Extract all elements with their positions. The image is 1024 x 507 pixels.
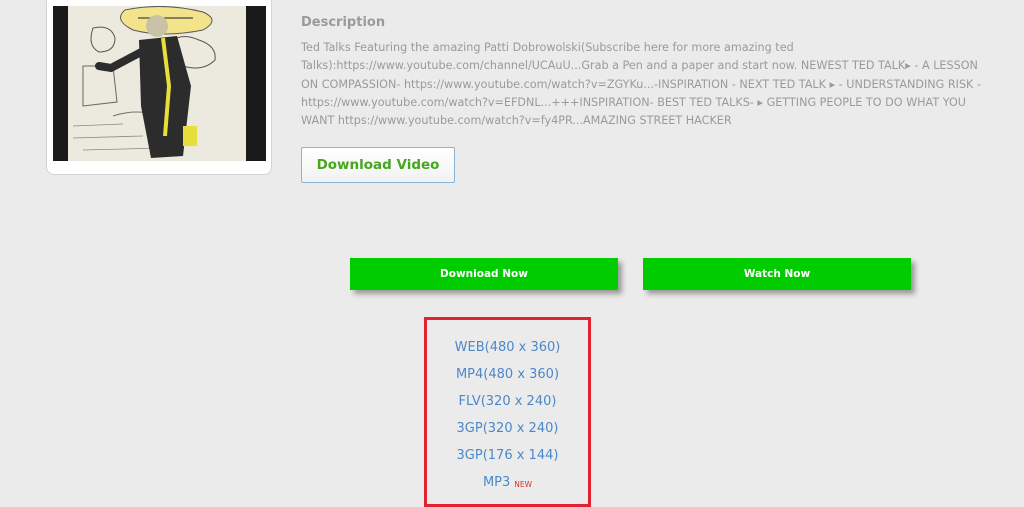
download-now-button[interactable]: Download Now — [350, 258, 618, 290]
format-link-mp3-label[interactable]: MP3 — [483, 475, 510, 490]
video-thumbnail-image[interactable] — [53, 6, 266, 161]
download-video-button[interactable]: Download Video — [301, 147, 455, 183]
description-text: Ted Talks Featuring the amazing Patti Do… — [301, 41, 981, 128]
format-link-3gp-320x240[interactable]: 3GP(320 x 240) — [427, 421, 588, 436]
format-link-mp3[interactable]: MP3 NEW — [427, 475, 588, 490]
new-badge: NEW — [514, 480, 533, 489]
format-link-3gp-176x144[interactable]: 3GP(176 x 144) — [427, 448, 588, 463]
watch-now-button[interactable]: Watch Now — [643, 258, 911, 290]
format-link-flv-320x240[interactable]: FLV(320 x 240) — [427, 394, 588, 409]
format-link-mp4-480x360[interactable]: MP4(480 x 360) — [427, 367, 588, 382]
description-heading: Description — [301, 15, 386, 30]
format-link-web-480x360[interactable]: WEB(480 x 360) — [427, 340, 588, 355]
format-options-highlight: WEB(480 x 360) MP4(480 x 360) FLV(320 x … — [424, 317, 591, 507]
presenter-whiteboard-illustration — [53, 6, 266, 161]
video-thumbnail-card[interactable] — [46, 0, 272, 175]
